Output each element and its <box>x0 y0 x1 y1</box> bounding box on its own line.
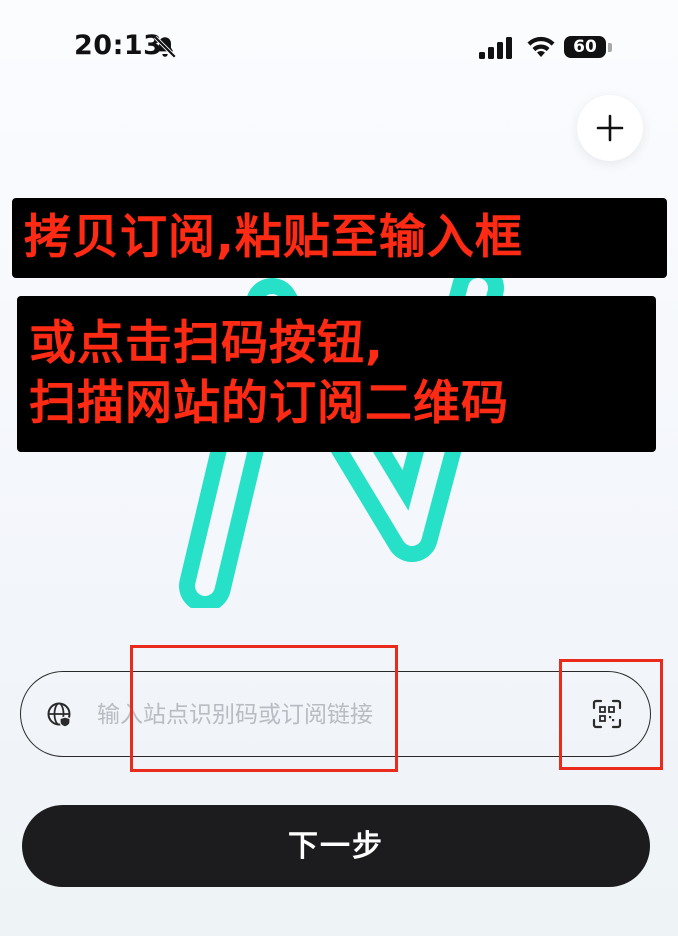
battery-icon: 60 <box>564 36 614 60</box>
annotation-box-input <box>130 645 398 772</box>
battery-level: 60 <box>564 36 606 58</box>
globe-shield-icon <box>47 702 71 728</box>
cellular-signal-icon <box>479 37 512 59</box>
instruction-banner-2: 或点击扫码按钮, 扫描网站的订阅二维码 <box>17 296 656 452</box>
instruction-banner-1: 拷贝订阅,粘贴至输入框 <box>12 198 667 278</box>
instruction-line-2: 或点击扫码按钮, <box>29 316 384 371</box>
status-bar: 20:13 60 <box>0 0 678 96</box>
annotation-box-scan <box>559 659 663 770</box>
instruction-line-1: 拷贝订阅,粘贴至输入框 <box>24 210 523 265</box>
add-button[interactable] <box>577 95 643 161</box>
wifi-icon <box>527 36 555 57</box>
instruction-line-3: 扫描网站的订阅二维码 <box>29 376 509 431</box>
battery-tip <box>608 43 612 52</box>
bell-slash-icon <box>153 35 177 59</box>
plus-icon <box>596 114 624 142</box>
next-button[interactable]: 下一步 <box>22 805 650 887</box>
status-time: 20:13 <box>74 30 163 61</box>
